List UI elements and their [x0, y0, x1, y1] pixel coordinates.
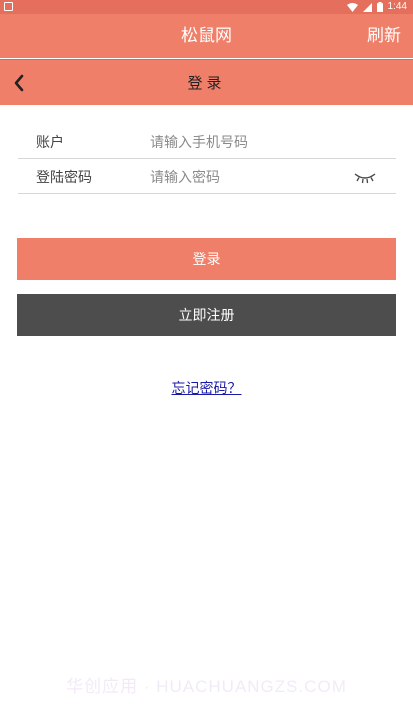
watermark: 华创应用 · HUACHUANGZS.COM — [66, 677, 347, 696]
forgot-password-link[interactable]: 忘记密码？ — [172, 381, 242, 397]
login-form: 账户 登陆密码 — [18, 124, 396, 194]
signal-icon — [362, 2, 372, 12]
account-input[interactable] — [150, 128, 350, 158]
wifi-icon — [346, 2, 358, 12]
page-title: 登录 — [187, 74, 226, 92]
forgot-password-container: 忘记密码？ — [0, 378, 413, 398]
battery-icon — [376, 2, 383, 12]
account-label: 账户 — [36, 135, 64, 151]
password-input[interactable] — [150, 163, 350, 193]
password-label: 登陆密码 — [36, 170, 92, 186]
notification-icon — [4, 2, 13, 11]
eye-closed-icon[interactable] — [354, 171, 376, 185]
status-bar: 1:44 — [0, 0, 413, 14]
nav-bar: 登录 — [0, 59, 413, 105]
status-time: 1:44 — [387, 1, 407, 12]
account-row: 账户 — [18, 124, 396, 159]
app-header: 松鼠网 刷新 — [0, 14, 413, 58]
status-indicators: 1:44 — [346, 0, 407, 14]
app-title: 松鼠网 — [181, 26, 232, 46]
refresh-button[interactable]: 刷新 — [367, 14, 401, 58]
password-row: 登陆密码 — [18, 159, 396, 194]
login-button[interactable]: 登录 — [17, 238, 396, 280]
register-button[interactable]: 立即注册 — [17, 294, 396, 336]
